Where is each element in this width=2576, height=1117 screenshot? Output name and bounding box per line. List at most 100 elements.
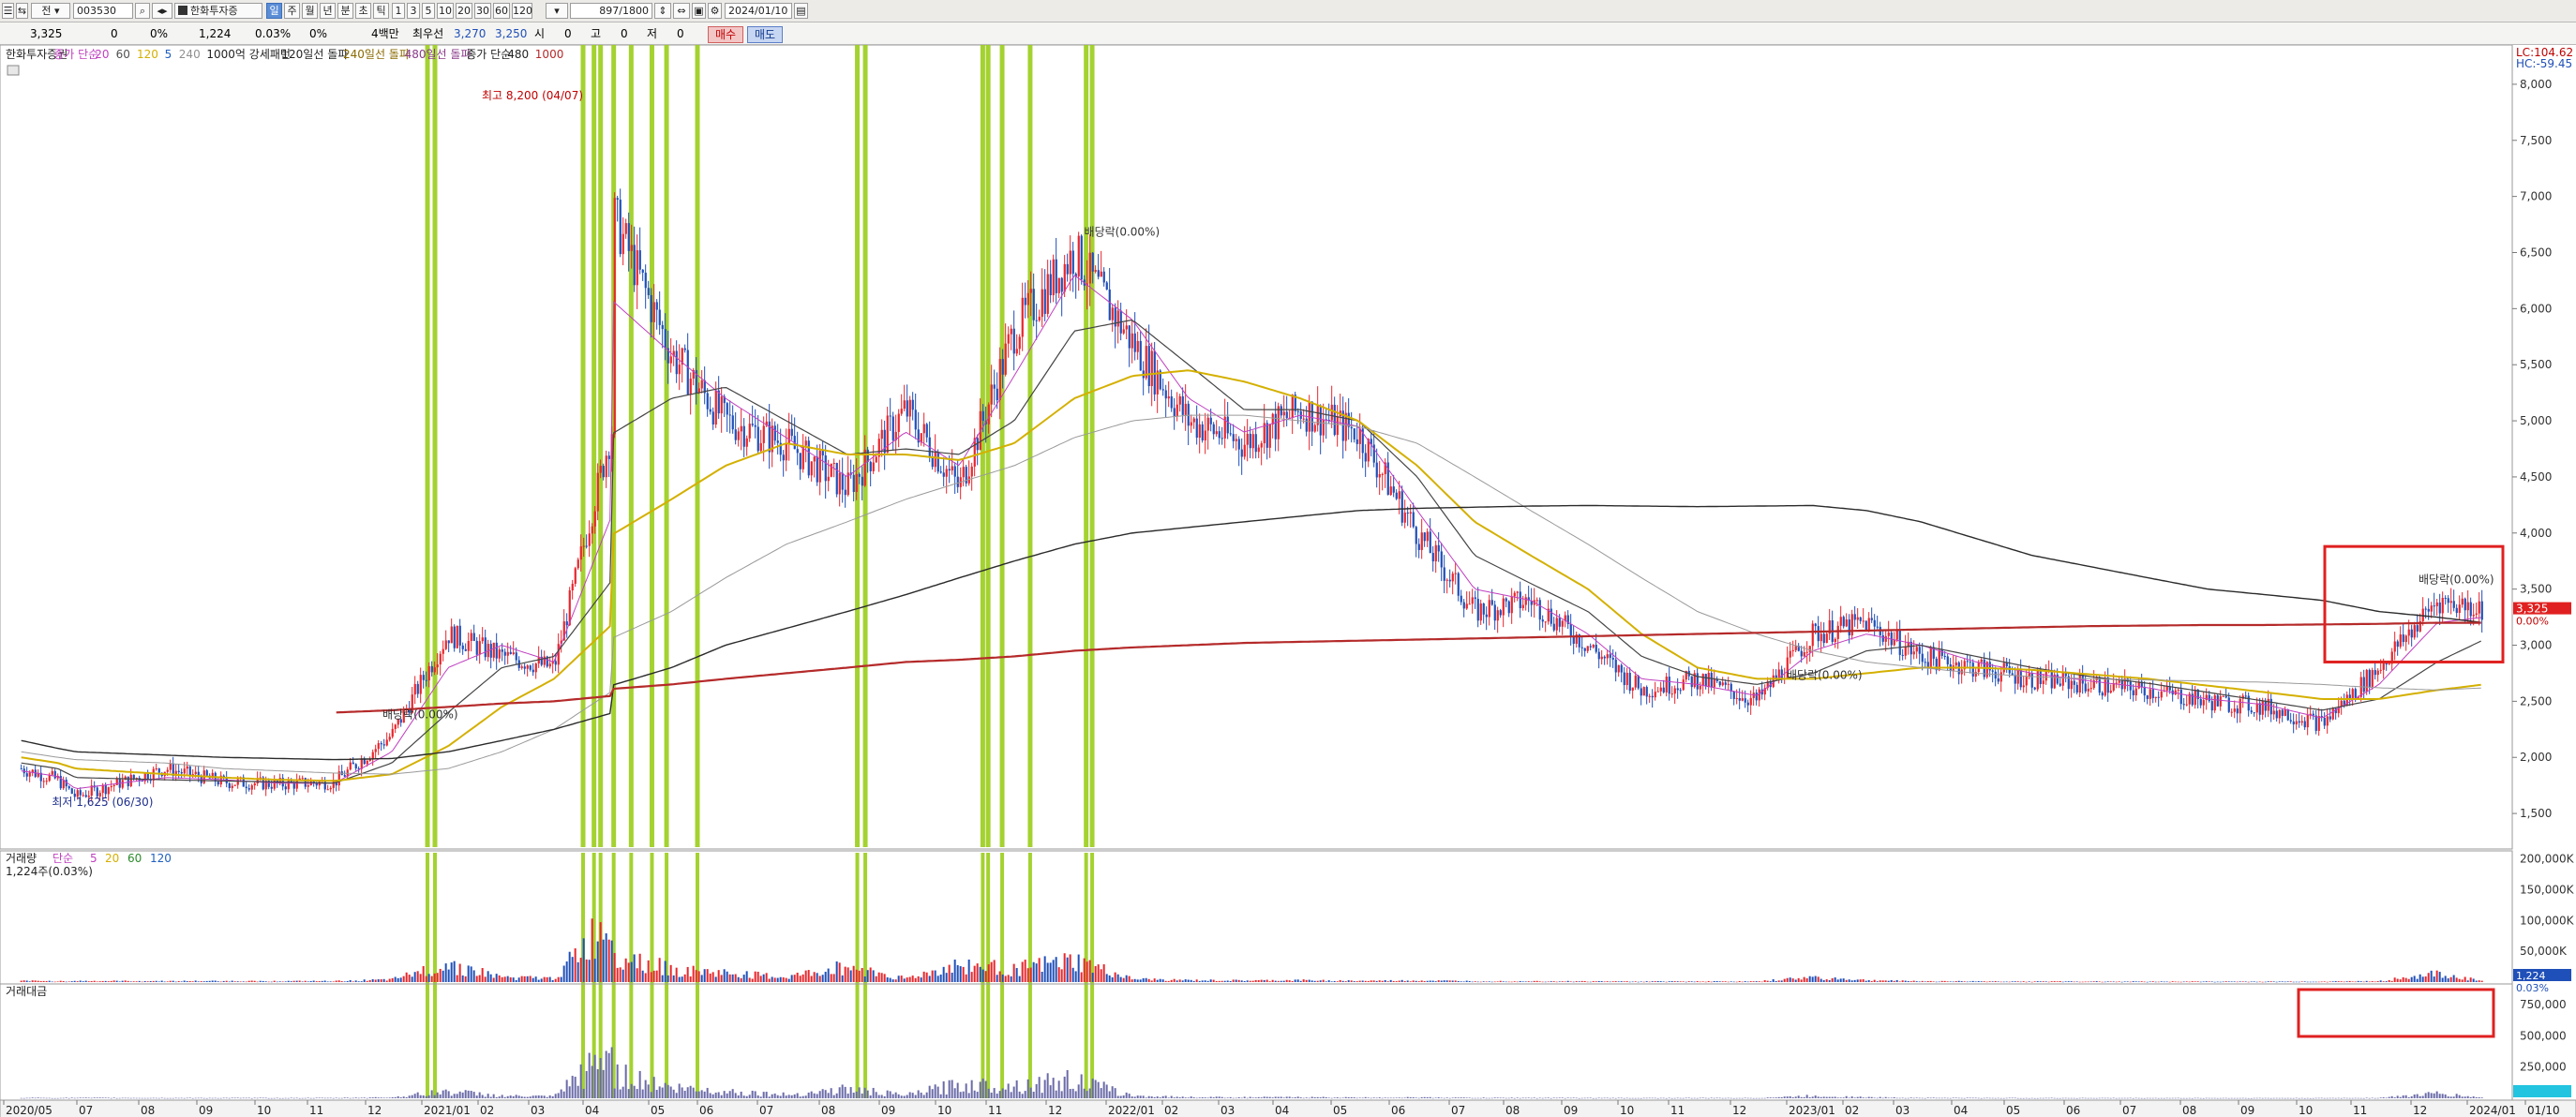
interval-dropdown[interactable]: ▾ <box>546 3 568 19</box>
amount-bar <box>1291 1097 1294 1098</box>
candle-body <box>79 790 82 796</box>
menu-icon[interactable]: ☰ <box>2 3 14 19</box>
stock-name-field[interactable]: 한화투자증 <box>174 3 262 19</box>
volume-bar <box>335 980 337 982</box>
stock-code-input[interactable]: 003530 <box>73 3 133 19</box>
interval-button-10[interactable]: 10 <box>437 3 454 19</box>
amount-bar <box>76 1097 79 1099</box>
volume-bar <box>2275 981 2278 983</box>
volume-bar <box>2101 981 2104 983</box>
amount-bar <box>883 1095 886 1098</box>
volume-bar <box>1994 981 1997 982</box>
amount-bar <box>588 1052 591 1098</box>
interval-button-20[interactable]: 20 <box>456 3 472 19</box>
open-label: 시 <box>534 27 546 40</box>
period-button-6[interactable]: 틱 <box>373 3 389 19</box>
x-tick-label: 10 <box>257 1104 271 1117</box>
candle-body <box>2177 689 2179 691</box>
volume-bar <box>2427 973 2430 982</box>
link-icon[interactable]: ⇆ <box>16 3 28 19</box>
period-button-0[interactable]: 일 <box>266 3 282 19</box>
search-icon[interactable]: ⌕ <box>135 3 150 19</box>
period-button-2[interactable]: 월 <box>302 3 318 19</box>
zoom-icon[interactable]: ⇔ <box>673 3 690 19</box>
interval-button-3[interactable]: 3 <box>407 3 420 19</box>
volume-bar <box>200 981 202 982</box>
interval-button-30[interactable]: 30 <box>474 3 491 19</box>
volume-bar <box>2382 981 2385 982</box>
period-button-5[interactable]: 초 <box>355 3 371 19</box>
candle-body <box>394 724 397 729</box>
amount-bar <box>2233 1097 2236 1099</box>
sell-button[interactable]: 매도 <box>747 26 783 43</box>
amount-bar <box>39 1097 42 1099</box>
amount-bar <box>526 1096 529 1098</box>
amount-bar <box>2016 1097 2019 1099</box>
candle-body <box>2084 683 2087 692</box>
volume-bar <box>2303 981 2306 982</box>
interval-button-120[interactable]: 120 <box>512 3 532 19</box>
amount-bar <box>2014 1097 2016 1099</box>
candle-body <box>1969 662 1971 663</box>
candle-body <box>931 456 934 468</box>
candle-body <box>2371 670 2374 687</box>
amount-bar <box>1451 1097 1454 1099</box>
volume-bar <box>903 978 906 982</box>
period-button-1[interactable]: 주 <box>284 3 300 19</box>
candle-body <box>2132 690 2134 695</box>
date-field[interactable]: 2024/01/10 <box>725 3 792 19</box>
amount-bar <box>1001 1088 1004 1098</box>
candle-body <box>664 329 666 349</box>
amount-bar <box>622 1086 624 1098</box>
market-select[interactable]: 전 ▾ <box>31 3 70 19</box>
volume-bar <box>1791 978 1794 982</box>
amount-bar <box>1142 1095 1145 1098</box>
interval-button-1[interactable]: 1 <box>392 3 405 19</box>
candle-body <box>2424 608 2427 610</box>
candle-body <box>1617 664 1620 673</box>
volume-bar <box>785 977 787 982</box>
amount-bar <box>1738 1097 1741 1099</box>
settings-icon[interactable]: ⚙ <box>708 3 722 19</box>
amount-bar <box>191 1097 194 1099</box>
candle-body <box>1282 411 1285 416</box>
stock-chart[interactable]: 1,5002,0002,5003,0003,5004,0004,5005,000… <box>0 45 2576 1117</box>
volume-bar <box>1817 976 1820 982</box>
amount-bar <box>2030 1097 2033 1099</box>
candle-body <box>2019 669 2022 688</box>
candle-body <box>1898 630 1901 655</box>
calendar-icon[interactable]: ▤ <box>794 3 808 19</box>
volume-bar <box>689 976 692 982</box>
amount-bar <box>1251 1097 1254 1098</box>
volume-bar <box>2005 981 2008 983</box>
amount-bar <box>349 1097 352 1099</box>
candle-body <box>422 675 425 680</box>
expand-icon[interactable]: ⇕ <box>654 3 671 19</box>
volume-bar <box>453 961 456 982</box>
interval-button-60[interactable]: 60 <box>493 3 510 19</box>
amount-bar <box>1049 1085 1052 1098</box>
volume-bar <box>1530 981 1533 983</box>
interval-button-5[interactable]: 5 <box>422 3 435 19</box>
period-button-4[interactable]: 분 <box>337 3 353 19</box>
candle-body <box>2106 678 2109 693</box>
amount-bar <box>1007 1083 1010 1098</box>
buy-button[interactable]: 매수 <box>708 26 743 43</box>
count-field[interactable]: 897/1800 <box>570 3 652 19</box>
period-button-3[interactable]: 년 <box>320 3 336 19</box>
x-tick-label: 04 <box>1954 1104 1968 1117</box>
sound-icon[interactable]: ◂▸ <box>152 3 172 19</box>
amount-bar <box>163 1097 166 1099</box>
amount-bar <box>1637 1097 1640 1099</box>
save-icon[interactable]: ▣ <box>692 3 706 19</box>
volume-bar <box>2326 981 2329 983</box>
volume-bar <box>762 974 765 982</box>
volume-bar <box>467 965 470 982</box>
amount-bar <box>2118 1097 2120 1099</box>
volume-bar <box>343 981 346 982</box>
candle-body <box>2202 700 2205 706</box>
volume-bar <box>1873 979 1876 982</box>
amount-bar <box>686 1087 689 1098</box>
amount-bar <box>703 1091 706 1098</box>
volume-bar <box>1330 981 1333 982</box>
